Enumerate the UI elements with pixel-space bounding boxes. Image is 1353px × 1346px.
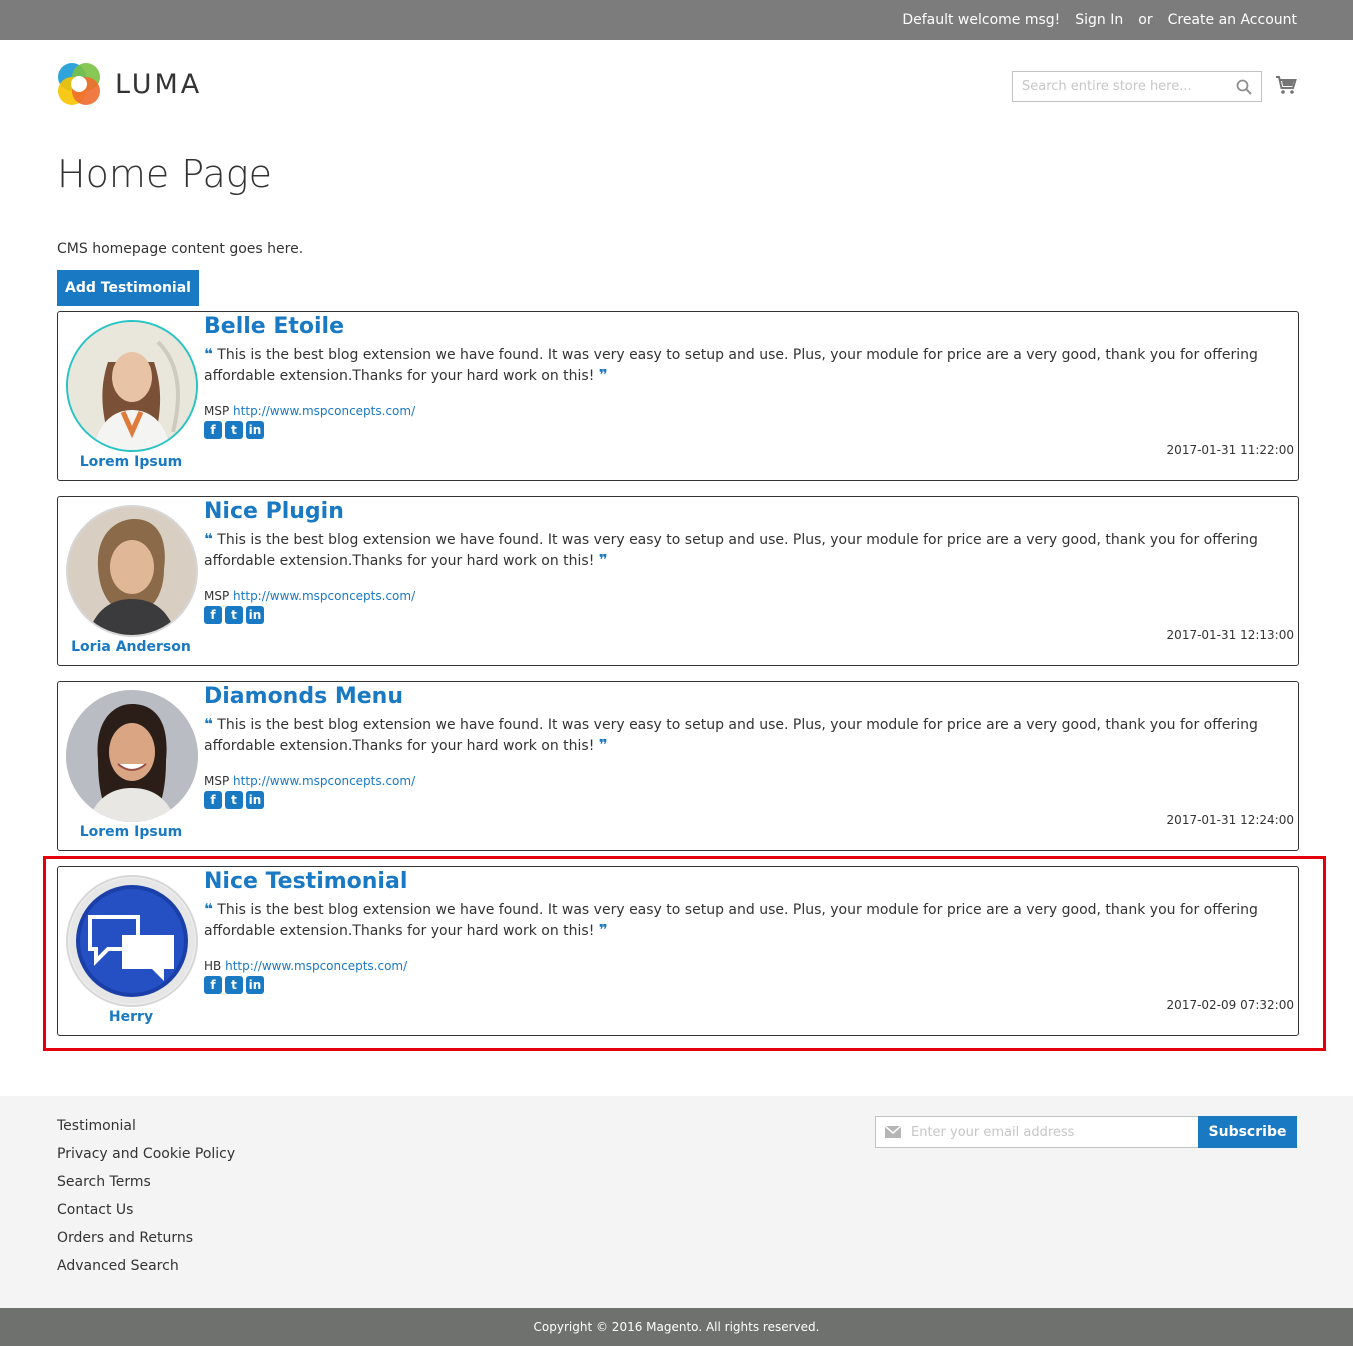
testimonial-text: This is the best blog extension we have … (204, 347, 1258, 384)
linkedin-icon[interactable]: in (246, 791, 264, 809)
sign-in-link[interactable]: Sign In (1075, 12, 1123, 28)
newsletter-email-input[interactable] (911, 1117, 1191, 1147)
twitter-icon[interactable]: t (225, 421, 243, 439)
author-name: Loria Anderson (71, 639, 191, 655)
testimonial-body: ❝ This is the best blog extension we hav… (204, 344, 1289, 386)
company-name: MSP (204, 589, 230, 603)
author-name: Lorem Ipsum (79, 454, 183, 470)
social-links: f t in (204, 421, 267, 439)
company-info: MSP http://www.mspconcepts.com/ (204, 774, 415, 788)
footer-link-testimonial[interactable]: Testimonial (57, 1116, 235, 1144)
luma-logo[interactable]: LUMA (57, 62, 207, 106)
company-info: MSP http://www.mspconcepts.com/ (204, 404, 415, 418)
newsletter-box (875, 1116, 1199, 1148)
copyright-bar: Copyright © 2016 Magento. All rights res… (0, 1308, 1353, 1346)
testimonial-body: ❝ This is the best blog extension we hav… (204, 714, 1289, 756)
quote-close-icon: ❞ (598, 736, 608, 754)
quote-open-icon: ❝ (204, 530, 213, 548)
or-text: or (1138, 12, 1153, 28)
header-links: Default welcome msg! Sign In or Create a… (887, 0, 1297, 40)
subscribe-button[interactable]: Subscribe (1198, 1116, 1297, 1148)
highlight-box (43, 856, 1326, 1051)
facebook-icon[interactable]: f (204, 791, 222, 809)
twitter-icon[interactable]: t (225, 791, 243, 809)
quote-close-icon: ❞ (598, 366, 608, 384)
footer-link-advanced-search[interactable]: Advanced Search (57, 1256, 235, 1284)
quote-open-icon: ❝ (204, 345, 213, 363)
search-icon[interactable] (1236, 79, 1252, 95)
cart-icon[interactable] (1275, 74, 1297, 96)
social-links: f t in (204, 791, 267, 809)
footer-link-orders[interactable]: Orders and Returns (57, 1228, 235, 1256)
footer-links: Testimonial Privacy and Cookie Policy Se… (57, 1116, 235, 1284)
footer-link-search-terms[interactable]: Search Terms (57, 1172, 235, 1200)
footer-link-contact[interactable]: Contact Us (57, 1200, 235, 1228)
testimonial-date: 2017-01-31 12:13:00 (1166, 628, 1294, 642)
testimonial-text: This is the best blog extension we have … (204, 532, 1258, 569)
search-input[interactable] (1013, 72, 1223, 101)
mail-icon (885, 1126, 901, 1138)
search-box (1012, 71, 1262, 102)
testimonial-card: Lorem Ipsum Belle Etoile ❝ This is the b… (57, 311, 1299, 481)
testimonial-title: Nice Plugin (204, 499, 344, 524)
quote-open-icon: ❝ (204, 715, 213, 733)
create-account-link[interactable]: Create an Account (1168, 12, 1297, 28)
add-testimonial-button[interactable]: Add Testimonial (57, 270, 199, 306)
testimonial-card: Loria Anderson Nice Plugin ❝ This is the… (57, 496, 1299, 666)
footer: Testimonial Privacy and Cookie Policy Se… (0, 1096, 1353, 1308)
top-bar: Default welcome msg! Sign In or Create a… (0, 0, 1353, 40)
company-name: MSP (204, 404, 230, 418)
author-avatar (66, 690, 198, 822)
company-link[interactable]: http://www.mspconcepts.com/ (233, 589, 415, 603)
testimonial-date: 2017-01-31 11:22:00 (1166, 443, 1294, 457)
quote-close-icon: ❞ (598, 551, 608, 569)
linkedin-icon[interactable]: in (246, 421, 264, 439)
testimonial-body: ❝ This is the best blog extension we hav… (204, 529, 1289, 571)
welcome-message: Default welcome msg! (902, 12, 1061, 28)
luma-logo-icon (58, 63, 100, 105)
logo-text: LUMA (115, 68, 203, 100)
facebook-icon[interactable]: f (204, 421, 222, 439)
company-link[interactable]: http://www.mspconcepts.com/ (233, 404, 415, 418)
page-title: Home Page (57, 152, 272, 196)
twitter-icon[interactable]: t (225, 606, 243, 624)
company-name: MSP (204, 774, 230, 788)
social-links: f t in (204, 606, 267, 624)
testimonial-date: 2017-01-31 12:24:00 (1166, 813, 1294, 827)
author-avatar (66, 505, 198, 637)
author-avatar (66, 320, 198, 452)
footer-link-privacy[interactable]: Privacy and Cookie Policy (57, 1144, 235, 1172)
copyright-text: Copyright © 2016 Magento. All rights res… (533, 1320, 820, 1334)
cms-content: CMS homepage content goes here. (57, 241, 304, 257)
company-link[interactable]: http://www.mspconcepts.com/ (233, 774, 415, 788)
testimonial-text: This is the best blog extension we have … (204, 717, 1258, 754)
testimonial-title: Belle Etoile (204, 314, 345, 339)
company-info: MSP http://www.mspconcepts.com/ (204, 589, 415, 603)
testimonial-title: Diamonds Menu (204, 684, 403, 709)
author-name: Lorem Ipsum (79, 824, 183, 840)
linkedin-icon[interactable]: in (246, 606, 264, 624)
facebook-icon[interactable]: f (204, 606, 222, 624)
testimonial-card: Lorem Ipsum Diamonds Menu ❝ This is the … (57, 681, 1299, 851)
